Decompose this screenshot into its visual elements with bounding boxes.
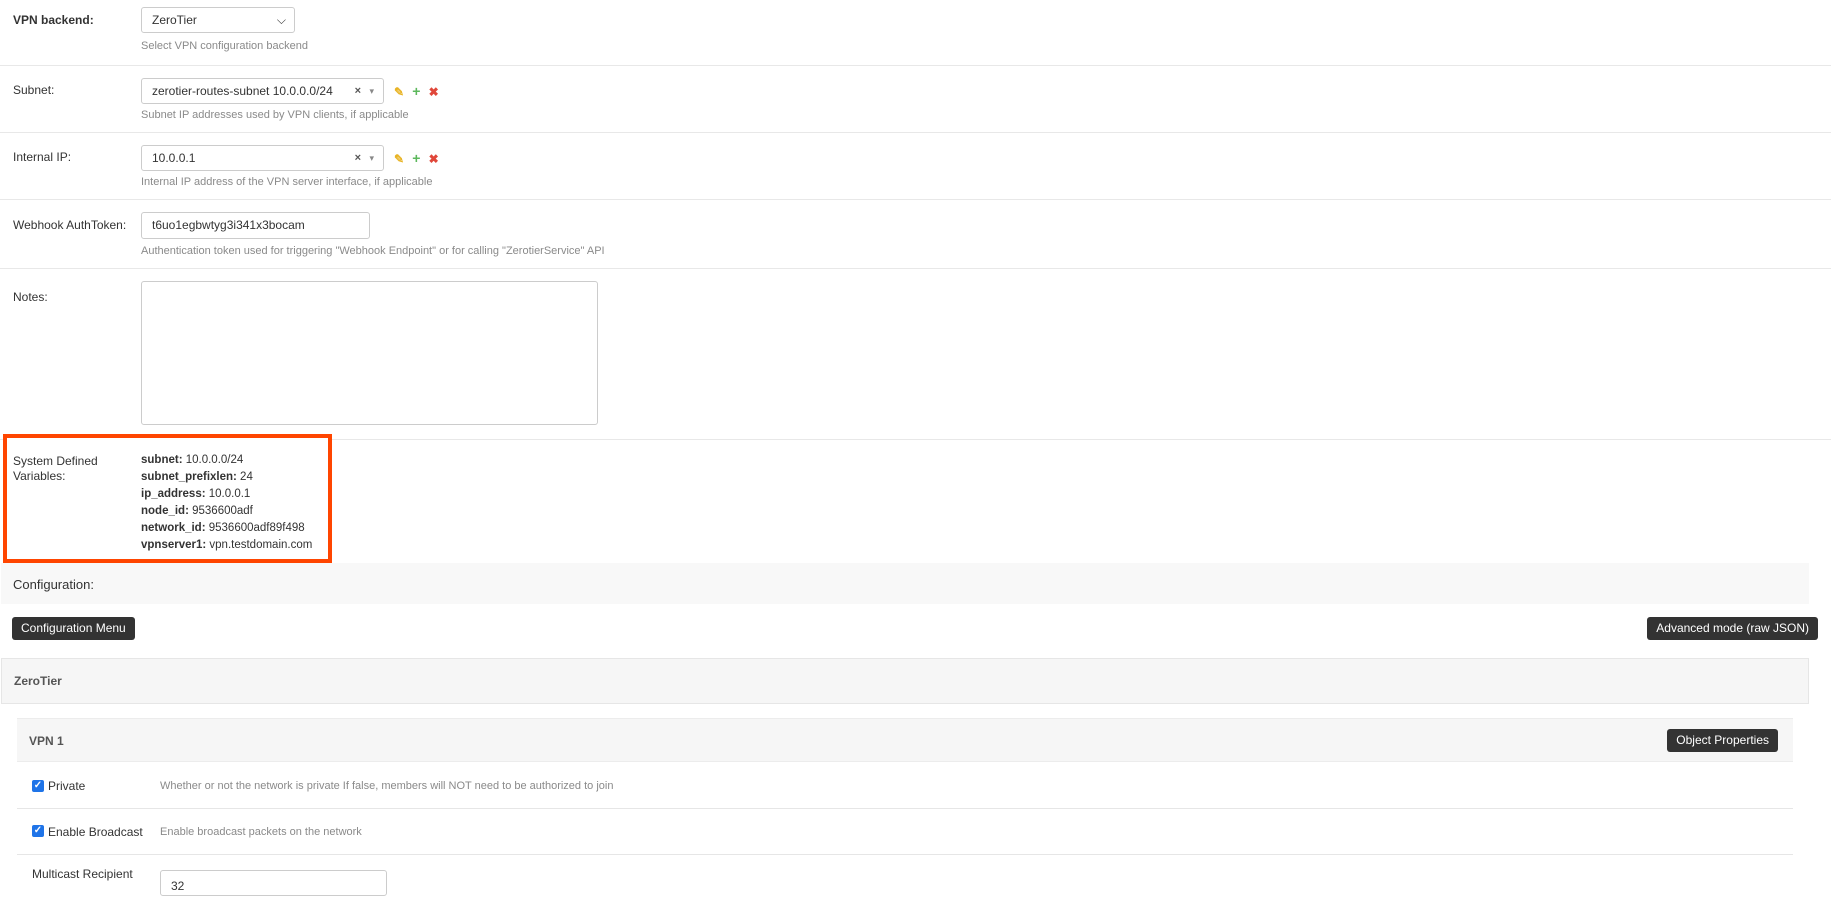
system-variables-label: System Defined Variables:: [13, 454, 98, 484]
private-row: ✓ Private Whether or not the network is …: [17, 763, 1793, 809]
edit-pencil-icon[interactable]: ✎: [392, 85, 406, 99]
internal-ip-value: 10.0.0.1: [152, 151, 196, 165]
system-variables-label-line1: System Defined: [13, 454, 98, 468]
internal-ip-select[interactable]: 10.0.0.1 × ▾: [141, 145, 384, 171]
system-variables-list: subnet: 10.0.0.0/24 subnet_prefixlen: 24…: [141, 452, 312, 554]
variable-value: 10.0.0.1: [205, 488, 251, 500]
variable-value: 9536600adf89f498: [205, 522, 305, 534]
subnet-select[interactable]: zerotier-routes-subnet 10.0.0.0/24 × ▾: [141, 78, 384, 104]
enable-broadcast-checkbox[interactable]: ✓: [32, 825, 44, 837]
variable-key: subnet:: [141, 454, 183, 466]
enable-broadcast-help: Enable broadcast packets on the network: [160, 826, 362, 838]
vpn-title: VPN 1: [29, 734, 64, 748]
dropdown-arrow-icon[interactable]: ▾: [369, 146, 374, 170]
zerotier-section-title: ZeroTier: [14, 674, 62, 688]
internal-ip-related-actions: ✎ + ✖: [392, 150, 441, 166]
clear-selection-icon[interactable]: ×: [355, 146, 361, 170]
configuration-menu-button[interactable]: Configuration Menu: [12, 617, 135, 640]
variable-value: vpn.testdomain.com: [206, 539, 313, 551]
variable-value: 24: [236, 471, 253, 483]
configuration-header: Configuration:: [1, 563, 1809, 604]
multicast-recipient-label: Multicast Recipient: [32, 867, 133, 881]
private-checkbox[interactable]: ✓: [32, 780, 44, 792]
vpn-backend-help: Select VPN configuration backend: [141, 40, 308, 52]
private-label: Private: [48, 779, 86, 793]
internal-ip-label: Internal IP:: [13, 150, 72, 164]
notes-textarea[interactable]: [141, 281, 598, 425]
vpn-backend-row: VPN backend: ZeroTier ⌵ Select VPN confi…: [0, 0, 1831, 66]
variable-key: ip_address:: [141, 488, 206, 500]
advanced-mode-button[interactable]: Advanced mode (raw JSON): [1647, 617, 1818, 640]
vpn-backend-label: VPN backend:: [13, 13, 94, 27]
subnet-value: zerotier-routes-subnet 10.0.0.0/24: [152, 84, 333, 98]
subnet-row: Subnet: zerotier-routes-subnet 10.0.0.0/…: [0, 66, 1831, 133]
object-properties-button[interactable]: Object Properties: [1667, 729, 1778, 752]
vpn-backend-select[interactable]: ZeroTier ⌵: [141, 7, 295, 33]
enable-broadcast-row: ✓ Enable Broadcast Enable broadcast pack…: [17, 809, 1793, 855]
notes-label: Notes:: [13, 290, 48, 304]
add-plus-icon[interactable]: +: [409, 150, 423, 166]
delete-x-icon[interactable]: ✖: [427, 85, 441, 99]
variable-value: 9536600adf: [188, 505, 253, 517]
variable-value: 10.0.0.0/24: [182, 454, 244, 466]
system-variable: subnet_prefixlen: 24: [141, 469, 312, 486]
internal-ip-row: Internal IP: 10.0.0.1 × ▾ ✎ + ✖ Internal…: [0, 133, 1831, 200]
subnet-related-actions: ✎ + ✖: [392, 83, 441, 99]
system-variable: node_id: 9536600adf: [141, 503, 312, 520]
delete-x-icon[interactable]: ✖: [427, 152, 441, 166]
clear-selection-icon[interactable]: ×: [355, 79, 361, 103]
webhook-help: Authentication token used for triggering…: [141, 245, 605, 257]
system-variables-label-line2: Variables:: [13, 469, 66, 483]
variable-key: node_id:: [141, 505, 189, 517]
vpn-header: VPN 1 Object Properties: [17, 719, 1793, 762]
add-plus-icon[interactable]: +: [409, 83, 423, 99]
system-variable: ip_address: 10.0.0.1: [141, 486, 312, 503]
variable-key: subnet_prefixlen:: [141, 471, 237, 483]
internal-ip-help: Internal IP address of the VPN server in…: [141, 176, 433, 188]
system-variable: vpnserver1: vpn.testdomain.com: [141, 537, 312, 554]
system-variable: network_id: 9536600adf89f498: [141, 520, 312, 537]
multicast-recipient-row: Multicast Recipient 32: [17, 855, 1793, 905]
enable-broadcast-label: Enable Broadcast: [48, 825, 143, 839]
webhook-row: Webhook AuthToken: t6uo1egbwtyg3i341x3bo…: [0, 200, 1831, 269]
edit-pencil-icon[interactable]: ✎: [392, 152, 406, 166]
subnet-help: Subnet IP addresses used by VPN clients,…: [141, 109, 409, 121]
chevron-down-icon: ⌵: [276, 13, 286, 27]
subnet-label: Subnet:: [13, 83, 55, 97]
system-variable: subnet: 10.0.0.0/24: [141, 452, 312, 469]
dropdown-arrow-icon[interactable]: ▾: [369, 79, 374, 103]
configuration-title: Configuration:: [13, 577, 94, 592]
private-help: Whether or not the network is private If…: [160, 780, 614, 792]
webhook-label: Webhook AuthToken:: [13, 218, 127, 232]
variable-key: network_id:: [141, 522, 206, 534]
vpn-backend-value: ZeroTier: [152, 13, 197, 27]
multicast-recipient-input[interactable]: 32: [160, 870, 387, 896]
webhook-token-input[interactable]: t6uo1egbwtyg3i341x3bocam: [141, 212, 370, 239]
zerotier-section-header: ZeroTier: [1, 658, 1809, 704]
variable-key: vpnserver1:: [141, 539, 207, 551]
vpn-object-panel: VPN 1 Object Properties ✓ Private Whethe…: [17, 718, 1793, 896]
